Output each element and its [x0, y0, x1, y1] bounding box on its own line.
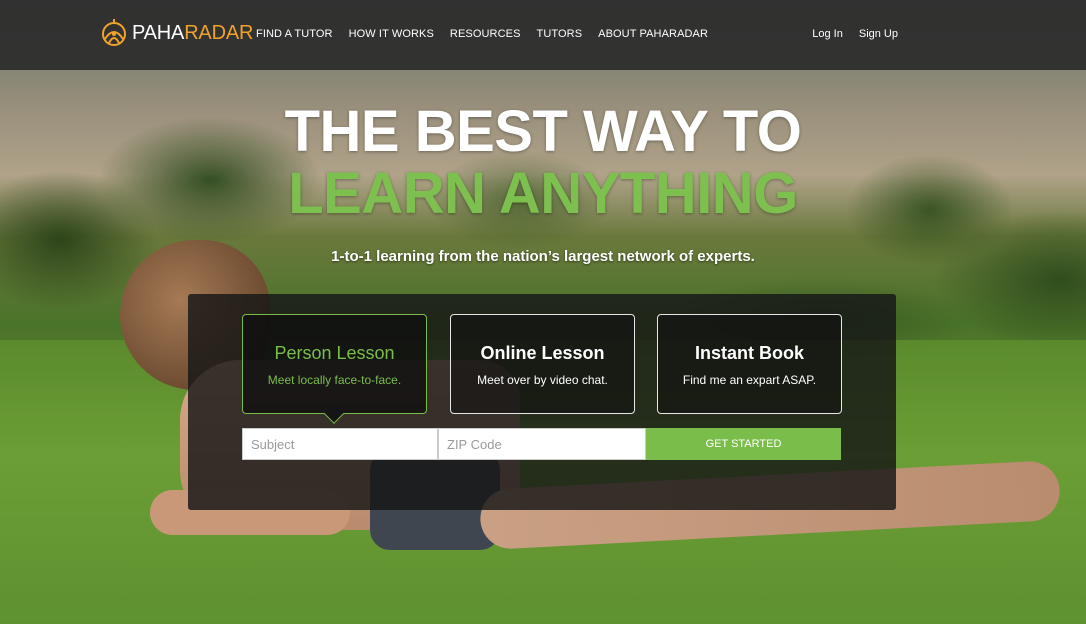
brand-name: PAHARADAR — [132, 22, 253, 45]
top-navbar: PAHARADAR FIND A TUTOR HOW IT WORKS RESO… — [0, 0, 1086, 70]
subject-input[interactable] — [242, 428, 438, 460]
lesson-option-instant[interactable]: Instant Book Find me an expart ASAP. — [657, 314, 842, 414]
lesson-option-desc: Meet locally face-to-face. — [267, 373, 402, 387]
lesson-option-person[interactable]: Person Lesson Meet locally face-to-face. — [242, 314, 427, 414]
brand-logo[interactable]: PAHARADAR — [100, 17, 253, 49]
zip-code-input[interactable] — [438, 428, 646, 460]
nav-resources[interactable]: RESOURCES — [450, 28, 521, 40]
main-nav: FIND A TUTOR HOW IT WORKS RESOURCES TUTO… — [256, 28, 708, 40]
signup-link[interactable]: Sign Up — [859, 28, 898, 40]
brand-name-part1: PAHA — [132, 21, 185, 44]
nav-how-it-works[interactable]: HOW IT WORKS — [349, 28, 434, 40]
lesson-option-title: Person Lesson — [274, 343, 395, 363]
hero-title-line1: THE BEST WAY TO — [284, 99, 802, 164]
hero-title-line2: LEARN ANYTHING — [288, 161, 798, 226]
nav-find-a-tutor[interactable]: FIND A TUTOR — [256, 28, 333, 40]
nav-tutors[interactable]: TUTORS — [537, 28, 583, 40]
nav-about[interactable]: ABOUT PAHARADAR — [598, 28, 708, 40]
hero-subtitle: 1-to-1 learning from the nation’s larges… — [331, 248, 755, 265]
login-link[interactable]: Log In — [812, 28, 843, 40]
lesson-option-online[interactable]: Online Lesson Meet over by video chat. — [450, 314, 635, 414]
brand-name-part2: RADAR — [184, 21, 254, 44]
radar-globe-icon — [100, 17, 128, 49]
lesson-option-title: Online Lesson — [480, 343, 605, 363]
lesson-option-title: Instant Book — [694, 343, 804, 363]
lesson-booking-panel: Person Lesson Meet locally face-to-face.… — [188, 294, 896, 510]
auth-links: Log In Sign Up — [812, 28, 898, 40]
lesson-option-desc: Find me an expart ASAP. — [682, 373, 817, 387]
get-started-button[interactable]: GET STARTED — [646, 428, 841, 460]
lesson-option-desc: Meet over by video chat. — [477, 373, 608, 387]
